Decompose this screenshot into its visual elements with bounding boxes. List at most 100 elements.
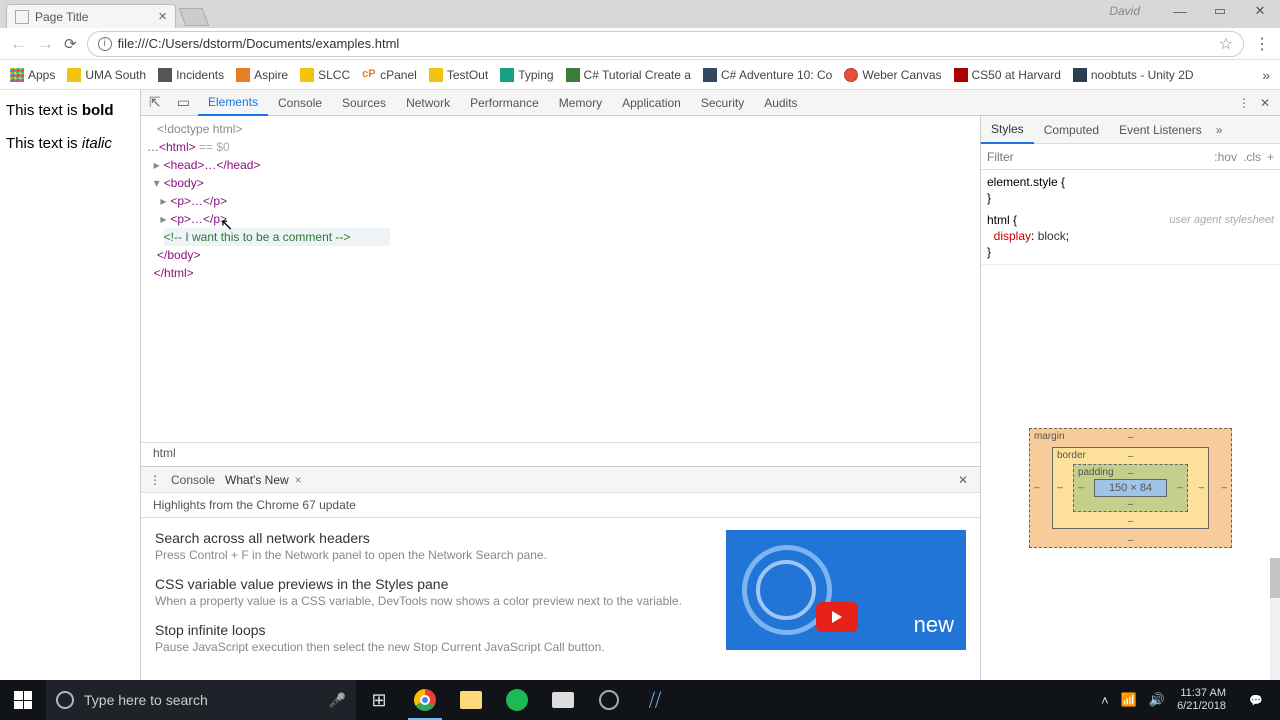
styles-filter-input[interactable] (987, 150, 1208, 164)
bookmark-testout[interactable]: TestOut (429, 68, 488, 82)
bookmark-typing[interactable]: Typing (500, 68, 553, 82)
bookmarks-bar: Apps UMA South Incidents Aspire SLCC cPc… (0, 60, 1280, 90)
tray-volume-icon[interactable]: 🔊 (1149, 692, 1165, 708)
whats-new-item[interactable]: Stop infinite loops Pause JavaScript exe… (155, 622, 686, 654)
breadcrumb[interactable]: html (141, 442, 980, 466)
bookmark-cs50[interactable]: CS50 at Harvard (954, 68, 1061, 82)
browser-tab[interactable]: Page Title × (6, 4, 176, 28)
tray-network-icon[interactable]: 📶 (1121, 692, 1137, 708)
drawer-close-icon[interactable]: ✕ (958, 473, 980, 487)
folder-icon (460, 691, 482, 709)
taskbar-clock[interactable]: 11:37 AM 6/21/2018 (1177, 687, 1226, 713)
devtools-tab-elements[interactable]: Elements (198, 90, 268, 116)
devtools-tab-security[interactable]: Security (691, 90, 754, 116)
style-rule-element[interactable]: element.style { } user agent stylesheet … (981, 170, 1280, 265)
bookmark-incidents[interactable]: Incidents (158, 68, 224, 82)
microphone-icon[interactable]: 🎤 (329, 692, 346, 709)
page-paragraph-bold: This text is bold (6, 102, 134, 119)
mouse-cursor-icon: ↖ (220, 215, 233, 235)
bookmark-aspire[interactable]: Aspire (236, 68, 288, 82)
nav-forward-icon[interactable]: → (37, 34, 54, 54)
nav-back-icon[interactable]: ← (10, 34, 27, 54)
taskbar-search[interactable]: Type here to search 🎤 (46, 680, 356, 720)
bookmark-weber-canvas[interactable]: Weber Canvas (844, 68, 941, 82)
cls-toggle[interactable]: .cls (1243, 150, 1261, 164)
whats-new-item[interactable]: CSS variable value previews in the Style… (155, 576, 686, 608)
tray-chevron-up-icon[interactable]: ˄ (1101, 693, 1109, 708)
play-icon[interactable] (816, 602, 858, 632)
bookmark-star-icon[interactable]: ☆ (1219, 34, 1233, 54)
bookmark-cpanel[interactable]: cPcPanel (362, 68, 417, 82)
mail-icon (552, 692, 574, 708)
scrollbar-track[interactable] (1270, 558, 1280, 680)
taskbar-file-explorer[interactable] (448, 680, 494, 720)
styles-tab-styles[interactable]: Styles (981, 116, 1034, 144)
windows-logo-icon (14, 691, 32, 709)
obs-icon (599, 690, 619, 710)
box-model-diagram[interactable]: margin –––– border –––– padding –––– 150… (981, 265, 1280, 680)
taskbar-mail[interactable] (540, 680, 586, 720)
styles-more-tabs-icon[interactable]: » (1216, 123, 1223, 137)
window-minimize-button[interactable]: — (1160, 0, 1200, 22)
devtools-menu-icon[interactable]: ⋮ (1238, 96, 1250, 110)
chrome-user-label[interactable]: David (1109, 4, 1140, 18)
action-center-icon[interactable]: 💬 (1238, 680, 1274, 720)
scrollbar-thumb[interactable] (1270, 558, 1280, 598)
bookmark-noobtuts[interactable]: noobtuts - Unity 2D (1073, 68, 1194, 82)
devtools-close-icon[interactable]: ✕ (1260, 96, 1270, 110)
devtools-tab-memory[interactable]: Memory (549, 90, 612, 116)
taskbar-chrome[interactable] (402, 680, 448, 720)
whats-new-video[interactable]: new (726, 530, 966, 650)
devtools-tab-bar: ⇱ ▭ Elements Console Sources Network Per… (141, 90, 1280, 116)
address-bar[interactable]: i file:///C:/Users/dstorm/Documents/exam… (87, 31, 1244, 57)
whats-new-item[interactable]: Search across all network headers Press … (155, 530, 686, 562)
inspect-element-icon[interactable]: ⇱ (141, 94, 169, 111)
tab-title: Page Title (35, 10, 88, 24)
apps-icon (10, 68, 24, 82)
spotify-icon (506, 689, 528, 711)
tab-close-icon[interactable]: × (158, 8, 167, 25)
devtools-drawer: ⋮ Console What's New × ✕ Highlights from… (141, 466, 980, 680)
styles-tab-computed[interactable]: Computed (1034, 116, 1109, 144)
drawer-tab-whats-new[interactable]: What's New × (225, 473, 302, 487)
devtools-tab-performance[interactable]: Performance (460, 90, 549, 116)
taskbar-spotify[interactable] (494, 680, 540, 720)
dom-tree[interactable]: <!doctype html> …<html> == $0 ▸<head>…</… (141, 116, 980, 442)
new-tab-button[interactable] (179, 8, 210, 26)
devtools-panel: ⇱ ▭ Elements Console Sources Network Per… (140, 90, 1280, 680)
drawer-tab-console[interactable]: Console (171, 473, 215, 487)
styles-tab-event-listeners[interactable]: Event Listeners (1109, 116, 1212, 144)
search-placeholder: Type here to search (84, 692, 208, 708)
bookmarks-overflow-icon[interactable]: » (1262, 67, 1270, 83)
vscode-icon: ⧸⧸ (649, 690, 661, 711)
window-close-button[interactable]: ✕ (1240, 0, 1280, 22)
chrome-menu-icon[interactable]: ⋮ (1254, 34, 1270, 54)
cortana-icon (56, 691, 74, 709)
task-view-icon[interactable]: ⊞ (356, 680, 402, 720)
devtools-tab-network[interactable]: Network (396, 90, 460, 116)
drawer-menu-icon[interactable]: ⋮ (149, 473, 161, 487)
devtools-tab-application[interactable]: Application (612, 90, 691, 116)
hov-toggle[interactable]: :hov (1214, 150, 1237, 164)
nav-reload-icon[interactable]: ⟳ (64, 35, 77, 53)
devtools-tab-audits[interactable]: Audits (754, 90, 807, 116)
devtools-tab-console[interactable]: Console (268, 90, 332, 116)
tab-favicon (15, 10, 29, 24)
taskbar-vscode[interactable]: ⧸⧸ (632, 680, 678, 720)
apps-button[interactable]: Apps (10, 68, 55, 82)
bookmark-csharp-adventure[interactable]: C# Adventure 10: Co (703, 68, 832, 82)
bookmark-slcc[interactable]: SLCC (300, 68, 350, 82)
window-maximize-button[interactable]: ▭ (1200, 0, 1240, 22)
url-text: file:///C:/Users/dstorm/Documents/exampl… (118, 36, 400, 51)
whats-new-subtitle: Highlights from the Chrome 67 update (141, 493, 980, 518)
new-rule-icon[interactable]: + (1267, 150, 1274, 164)
close-icon[interactable]: × (295, 473, 302, 487)
taskbar-obs[interactable] (586, 680, 632, 720)
site-info-icon[interactable]: i (98, 37, 112, 51)
devtools-tab-sources[interactable]: Sources (332, 90, 396, 116)
bookmark-uma-south[interactable]: UMA South (67, 68, 146, 82)
start-button[interactable] (0, 680, 46, 720)
styles-pane: Styles Computed Event Listeners » :hov .… (980, 116, 1280, 680)
device-toolbar-icon[interactable]: ▭ (169, 94, 198, 111)
bookmark-csharp-tutorial[interactable]: C# Tutorial Create a (566, 68, 691, 82)
